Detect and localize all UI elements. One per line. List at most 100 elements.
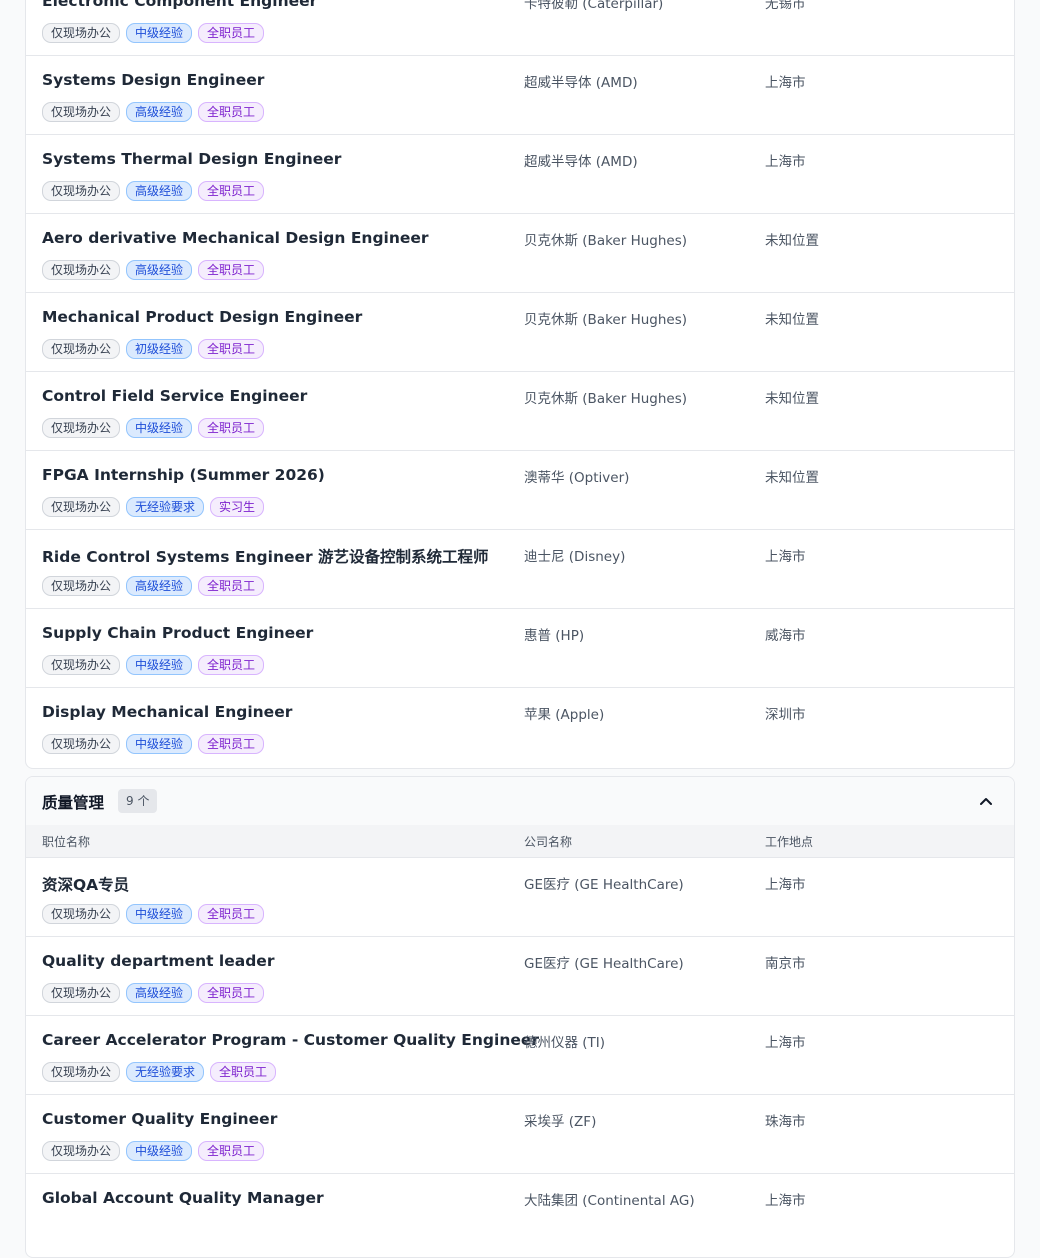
category-title: 质量管理: [42, 794, 105, 812]
company-name: 贝克休斯 (Baker Hughes): [524, 391, 688, 407]
category-header[interactable]: 质量管理 9 个: [26, 777, 1014, 825]
table-header: 职位名称 公司名称 工作地点: [26, 825, 1014, 858]
job-row[interactable]: Quality department leader 仅现场办公 高级经验 全职员工 GE…: [26, 937, 1014, 1016]
job-title[interactable]: Supply Chain Product Engineer: [42, 624, 313, 642]
job-row[interactable]: Aero derivative Mechanical Design Engine…: [26, 214, 1014, 293]
company-name: 卡特彼勒 (Caterpillar): [524, 0, 664, 12]
employment-type-tag: 全职员工: [210, 1062, 277, 1082]
work-mode-tag: 仅现场办公: [42, 576, 121, 596]
column-header-position: 职位名称: [42, 835, 91, 849]
job-location: 威海市: [765, 628, 806, 644]
employment-type-tag: 全职员工: [198, 102, 265, 122]
work-mode-tag: 仅现场办公: [42, 904, 121, 924]
job-location: 深圳市: [765, 707, 806, 723]
job-tags: 仅现场办公 中级经验 全职员工: [42, 734, 265, 754]
experience-tag: 中级经验: [126, 904, 193, 924]
employment-type-tag: 全职员工: [198, 576, 265, 596]
experience-tag: 高级经验: [126, 181, 193, 201]
job-row[interactable]: Systems Thermal Design Engineer 仅现场办公 高级经验…: [26, 135, 1014, 214]
job-row[interactable]: Supply Chain Product Engineer 仅现场办公 中级经验 全职…: [26, 609, 1014, 688]
experience-tag: 初级经验: [126, 339, 193, 359]
company-name: 超威半导体 (AMD): [524, 75, 638, 91]
work-mode-tag: 仅现场办公: [42, 418, 121, 438]
job-location: 未知位置: [765, 391, 819, 407]
job-row[interactable]: FPGA Internship (Summer 2026) 仅现场办公 无经验要求实…: [26, 451, 1014, 530]
job-tags: 仅现场办公 无经验要求 全职员工: [42, 1062, 277, 1082]
job-tags: 仅现场办公 中级经验 全职员工: [42, 418, 265, 438]
experience-tag: 中级经验: [126, 418, 193, 438]
employment-type-tag: 全职员工: [198, 339, 265, 359]
collapse-button[interactable]: [976, 791, 996, 811]
job-location: 未知位置: [765, 470, 819, 486]
job-location: 上海市: [765, 877, 806, 893]
work-mode-tag: 仅现场办公: [42, 23, 121, 43]
employment-type-tag: 全职员工: [198, 904, 265, 924]
job-location: 珠海市: [765, 1114, 806, 1130]
job-title[interactable]: Global Account Quality Manager: [42, 1189, 324, 1207]
experience-tag: 中级经验: [126, 734, 193, 754]
experience-tag: 高级经验: [126, 576, 193, 596]
job-row[interactable]: 资深QA专员 仅现场办公 中级经验 全职员工 GE医疗 (GE HealthCare) 上…: [26, 858, 1014, 937]
job-row[interactable]: Display Mechanical Engineer 仅现场办公 中级经验 全职员工…: [26, 688, 1014, 766]
job-title[interactable]: FPGA Internship (Summer 2026): [42, 466, 325, 484]
company-name: 迪士尼 (Disney): [524, 549, 626, 565]
job-row[interactable]: Mechanical Product Design Engineer 仅现场办公初…: [26, 293, 1014, 372]
job-tags: 仅现场办公 无经验要求 实习生: [42, 497, 265, 517]
job-row[interactable]: Customer Quality Engineer 仅现场办公 中级经验 全职员工 采埃…: [26, 1095, 1014, 1174]
job-tags: 仅现场办公 中级经验 全职员工: [42, 655, 265, 675]
company-name: GE医疗 (GE HealthCare): [524, 877, 684, 893]
job-title[interactable]: Mechanical Product Design Engineer: [42, 308, 362, 326]
job-title[interactable]: Display Mechanical Engineer: [42, 703, 292, 721]
employment-type-tag: 全职员工: [198, 23, 265, 43]
employment-type-tag: 全职员工: [198, 1141, 265, 1161]
job-row[interactable]: Global Account Quality Manager 大陆集团 (Cont…: [26, 1174, 1014, 1252]
job-location: 南京市: [765, 956, 806, 972]
job-title[interactable]: Career Accelerator Program - Customer Qu…: [42, 1031, 539, 1049]
job-title[interactable]: Aero derivative Mechanical Design Engine…: [42, 229, 429, 247]
company-name: GE医疗 (GE HealthCare): [524, 956, 684, 972]
job-title[interactable]: Customer Quality Engineer: [42, 1110, 277, 1128]
company-name: 贝克休斯 (Baker Hughes): [524, 312, 688, 328]
job-title[interactable]: Quality department leader: [42, 952, 274, 970]
job-row[interactable]: Career Accelerator Program - Customer Qu…: [26, 1016, 1014, 1095]
job-location: 上海市: [765, 75, 806, 91]
company-name: 大陆集团 (Continental AG): [524, 1193, 695, 1209]
job-count-badge: 9 个: [118, 789, 158, 813]
employment-type-tag: 全职员工: [198, 260, 265, 280]
work-mode-tag: 仅现场办公: [42, 1141, 121, 1161]
experience-tag: 高级经验: [126, 983, 193, 1003]
employment-type-tag: 实习生: [210, 497, 265, 517]
experience-tag: 无经验要求: [126, 1062, 205, 1082]
job-row[interactable]: Systems Design Engineer 仅现场办公 高级经验 全职员工 超威半导…: [26, 56, 1014, 135]
job-location: 未知位置: [765, 233, 819, 249]
employment-type-tag: 全职员工: [198, 418, 265, 438]
job-title[interactable]: Control Field Service Engineer: [42, 387, 307, 405]
job-title[interactable]: Systems Thermal Design Engineer: [42, 150, 341, 168]
job-tags: 仅现场办公 中级经验 全职员工: [42, 23, 265, 43]
job-title[interactable]: 资深QA专员: [42, 873, 129, 895]
job-tags: 仅现场办公 高级经验 全职员工: [42, 102, 265, 122]
job-location: 上海市: [765, 154, 806, 170]
job-row[interactable]: Ride Control Systems Engineer 游艺设备控制系统工程…: [26, 530, 1014, 609]
job-tags: 仅现场办公 中级经验 全职员工: [42, 904, 265, 924]
company-name: 超威半导体 (AMD): [524, 154, 638, 170]
job-location: 未知位置: [765, 312, 819, 328]
job-row[interactable]: Electronic Component Engineer 仅现场办公 中级经验 全职…: [26, 0, 1014, 56]
experience-tag: 无经验要求: [126, 497, 205, 517]
job-title[interactable]: Ride Control Systems Engineer 游艺设备控制系统工程…: [42, 545, 489, 567]
company-name: 贝克休斯 (Baker Hughes): [524, 233, 688, 249]
job-row[interactable]: Control Field Service Engineer 仅现场办公 中级经验全…: [26, 372, 1014, 451]
job-title[interactable]: Systems Design Engineer: [42, 71, 264, 89]
experience-tag: 中级经验: [126, 655, 193, 675]
work-mode-tag: 仅现场办公: [42, 339, 121, 359]
experience-tag: 高级经验: [126, 260, 193, 280]
company-name: 德州仪器 (TI): [524, 1035, 606, 1051]
job-title[interactable]: Electronic Component Engineer: [42, 0, 317, 10]
job-category-card-quality: 质量管理 9 个 职位名称 公司名称 工作地点 资深QA专员 仅现场办公 中级经验全…: [25, 776, 1015, 1258]
employment-type-tag: 全职员工: [198, 655, 265, 675]
experience-tag: 中级经验: [126, 1141, 193, 1161]
column-header-location: 工作地点: [765, 835, 814, 849]
work-mode-tag: 仅现场办公: [42, 734, 121, 754]
job-category-card: Electronic Component Engineer 仅现场办公 中级经验 全职…: [25, 0, 1015, 769]
work-mode-tag: 仅现场办公: [42, 497, 121, 517]
